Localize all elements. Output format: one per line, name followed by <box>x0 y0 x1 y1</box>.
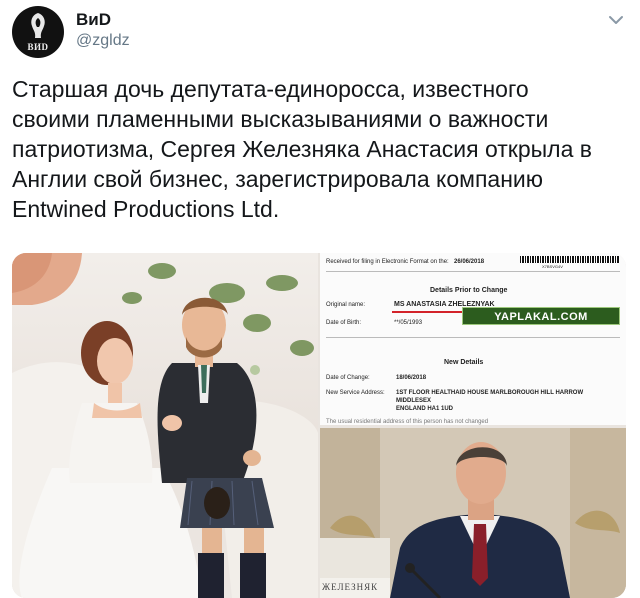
doc-section-prior: Details Prior to Change <box>430 287 508 294</box>
doc-original-name-label: Original name: <box>326 302 366 308</box>
letter-mark-icon <box>31 13 45 38</box>
document-scan[interactable]: Received for filing in Electronic Format… <box>320 253 626 425</box>
politician-photo-illustration <box>320 428 626 598</box>
doc-barcode-text: X7BSVG4V <box>542 264 563 269</box>
doc-address-line2: MIDDLESEX <box>396 398 432 404</box>
doc-dob-value: **/05/1993 <box>394 320 423 326</box>
watermark: YAPLAKAL.COM <box>462 307 620 325</box>
author-handle[interactable]: @zgldz <box>76 32 130 50</box>
doc-address-line3: ENGLAND HA1 1UD <box>396 406 454 412</box>
doc-dob-label: Date of Birth: <box>326 320 362 326</box>
tweet-line: своими пламенными высказываниями о важно… <box>12 106 549 132</box>
doc-received-label: Received for filing in Electronic Format… <box>326 259 449 265</box>
tweet-header: ВИD ВиD @zgldz <box>0 0 640 70</box>
doc-received-date: 26/06/2018 <box>454 259 485 265</box>
tweet-line: патриотизма, Сергея Железняка Анастасия … <box>12 136 592 162</box>
doc-address-line1: 1ST FLOOR HEALTHAID HOUSE MARLBOROUGH HI… <box>396 390 584 396</box>
avatar-text: ВИD <box>27 42 49 52</box>
chevron-down-icon[interactable] <box>606 10 626 30</box>
author-name[interactable]: ВиD <box>76 10 111 30</box>
tweet-media[interactable]: Received for filing in Electronic Format… <box>12 253 626 598</box>
wedding-photo-illustration <box>12 253 318 598</box>
doc-section-new: New Details <box>444 359 484 366</box>
tweet-line: Старшая дочь депутата-единоросса, извест… <box>12 76 529 102</box>
wedding-photo[interactable] <box>12 253 318 598</box>
avatar[interactable]: ВИD <box>12 6 64 58</box>
doc-cutoff-line: The usual residential address of this pe… <box>326 419 489 425</box>
tweet-line: Entwined Productions Ltd. <box>12 196 280 222</box>
tweet-line: Англии свой бизнес, зарегистрировала ком… <box>12 166 543 192</box>
tweet-text: Старшая дочь депутата-единоросса, извест… <box>12 74 632 224</box>
doc-change-date-label: Date of Change: <box>326 375 370 381</box>
doc-rule <box>326 271 620 272</box>
doc-rule <box>326 337 620 338</box>
nameplate: ЖЕЛЕЗНЯК <box>322 582 379 592</box>
politician-photo[interactable]: ЖЕЛЕЗНЯК <box>320 428 626 598</box>
doc-change-date-value: 18/06/2018 <box>396 375 427 381</box>
doc-address-label: New Service Address: <box>326 390 385 396</box>
barcode-icon <box>520 256 620 263</box>
